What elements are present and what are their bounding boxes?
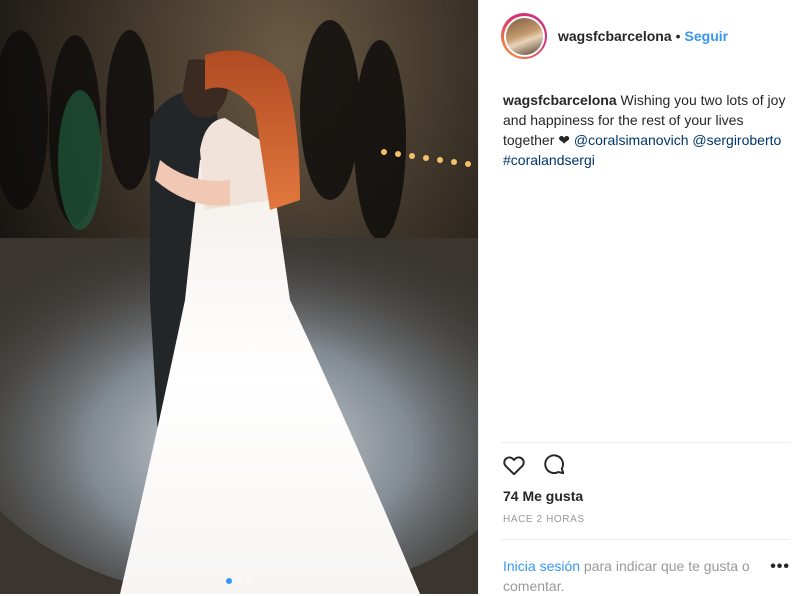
heart-outline-icon[interactable] — [501, 452, 527, 478]
post-header: wagsfcbarcelona • Seguir — [479, 0, 812, 72]
header-separator: • — [675, 28, 681, 44]
hashtag-coralandsergi[interactable]: #coralandsergi — [503, 152, 595, 168]
avatar[interactable] — [501, 13, 547, 59]
heart-emoji: ❤ — [558, 132, 570, 148]
mention-coralsimanovich[interactable]: @coralsimanovich — [574, 132, 689, 148]
mention-sergiroberto[interactable]: @sergiroberto — [692, 132, 781, 148]
post-caption: wagsfcbarcelona Wishing you two lots of … — [479, 72, 812, 442]
likes-count[interactable]: 74 Me gusta — [479, 477, 812, 504]
carousel-dot-active — [226, 578, 232, 584]
avatar-image — [505, 17, 543, 55]
header-username[interactable]: wagsfcbarcelona — [558, 28, 672, 44]
wedding-photo — [0, 0, 478, 594]
carousel-dot — [236, 578, 242, 584]
follow-button[interactable]: Seguir — [685, 28, 729, 44]
comment-bubble-icon[interactable] — [541, 452, 567, 478]
more-options-icon[interactable]: ••• — [770, 558, 790, 576]
post-photo[interactable] — [0, 0, 478, 594]
login-link[interactable]: Inicia sesión — [503, 558, 580, 574]
post-side-panel: wagsfcbarcelona • Seguir wagsfcbarcelona… — [478, 0, 812, 594]
post-timestamp: HACE 2 HORAS — [503, 514, 585, 525]
caption-username[interactable]: wagsfcbarcelona — [503, 92, 617, 108]
carousel-dot — [246, 578, 252, 584]
login-prompt: Inicia sesión para indicar que te gusta … — [479, 540, 812, 596]
carousel-indicator — [0, 578, 478, 584]
post-actions — [479, 443, 812, 477]
